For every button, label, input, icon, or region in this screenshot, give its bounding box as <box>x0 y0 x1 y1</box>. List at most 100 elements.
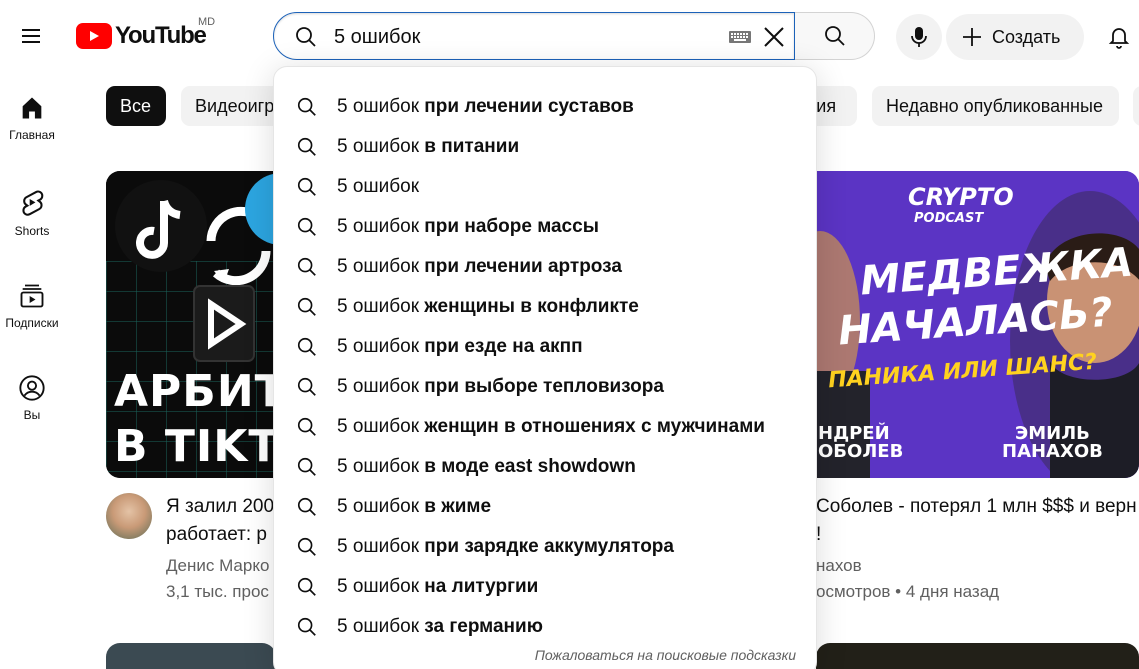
search-icon <box>296 576 318 603</box>
rail-label: Подписки <box>5 316 59 330</box>
suggestion-text: 5 ошибок женщин в отношениях с мужчинами <box>337 416 765 438</box>
search-icon <box>296 136 318 163</box>
thumbnail-text: АРБИТ <box>114 366 286 417</box>
rail-label: Вы <box>23 408 41 422</box>
video-thumbnail[interactable]: CRYPTO PODCAST МЕДВЕЖКА НАЧАЛАСЬ? ПАНИКА… <box>790 171 1139 478</box>
video-title[interactable]: Я залил 200 <box>166 493 276 520</box>
create-button[interactable]: Создать <box>946 14 1084 60</box>
menu-button[interactable] <box>8 13 54 59</box>
clear-search-icon[interactable] <box>760 23 788 51</box>
masthead: YouTube MD Создать <box>0 0 1139 72</box>
suggestion-completion: при наборе массы <box>419 216 599 237</box>
search-icon <box>296 176 318 203</box>
channel-avatar[interactable] <box>106 493 152 539</box>
suggestion-completion: за германию <box>419 616 543 637</box>
search-icon <box>296 456 318 483</box>
suggestion-completion: женщины в конфликте <box>419 296 639 317</box>
rail-item-home[interactable]: Главная <box>0 94 64 168</box>
youtube-logo[interactable]: YouTube MD <box>76 16 215 50</box>
you-icon <box>19 375 45 401</box>
suggestion-text: 5 ошибок при выборе тепловизора <box>337 376 664 398</box>
suggestion-completion: в жиме <box>419 496 492 517</box>
suggestion-item[interactable]: 5 ошибок женщин в отношениях с мужчинами <box>274 407 818 447</box>
suggestion-text: 5 ошибок <box>337 176 419 198</box>
channel-name[interactable]: Денис Марко <box>166 556 276 576</box>
suggestion-item[interactable]: 5 ошибок при выборе тепловизора <box>274 367 818 407</box>
region-code: MD <box>198 16 216 28</box>
rail-item-shorts[interactable]: Shorts <box>0 188 64 262</box>
suggestion-completion: в моде east showdown <box>419 456 636 477</box>
suggestion-text: 5 ошибок при лечении артроза <box>337 256 622 278</box>
suggestion-item[interactable]: 5 ошибок женщины в конфликте <box>274 287 818 327</box>
suggestion-prefix: 5 ошибок <box>337 576 420 597</box>
search-button[interactable] <box>795 12 875 60</box>
suggestion-prefix: 5 ошибок <box>337 416 420 437</box>
chip-label: Все <box>120 95 152 116</box>
suggestion-prefix: 5 ошибок <box>337 336 420 357</box>
chip-label: Недавно опубликованные <box>886 95 1103 116</box>
suggestion-item[interactable]: 5 ошибок при лечении суставов <box>274 87 818 127</box>
suggestion-item[interactable]: 5 ошибок в питании <box>274 127 818 167</box>
thumbnail-name-right: ЭМИЛЬ ПАНАХОВ <box>1002 425 1103 461</box>
suggestion-prefix: 5 ошибок <box>337 96 420 117</box>
video-thumbnail[interactable] <box>106 643 276 669</box>
suggestion-item[interactable]: 5 ошибок при лечении артроза <box>274 247 818 287</box>
search-icon <box>296 336 318 363</box>
thumbnail-brand-sub: PODCAST <box>914 211 984 226</box>
suggestion-item[interactable]: 5 ошибок при зарядке аккумулятора <box>274 527 818 567</box>
suggestion-prefix: 5 ошибок <box>337 456 420 477</box>
suggestion-prefix: 5 ошибок <box>337 616 420 637</box>
video-meta: 3,1 тыс. прос <box>166 582 269 601</box>
suggestion-text: 5 ошибок при наборе массы <box>337 216 599 238</box>
suggestion-prefix: 5 ошибок <box>337 176 420 197</box>
voice-search-button[interactable] <box>896 14 942 60</box>
suggestion-completion: при лечении суставов <box>419 96 634 117</box>
plus-icon <box>963 28 981 46</box>
bell-icon <box>1108 28 1130 49</box>
suggestion-prefix: 5 ошибок <box>337 256 420 277</box>
video-thumbnail[interactable] <box>816 643 1139 669</box>
name-line: ОБОЛЕВ <box>818 441 904 462</box>
channel-name[interactable]: нахов <box>816 556 916 576</box>
search-icon <box>296 416 318 443</box>
suggestion-item[interactable]: 5 ошибок в жиме <box>274 487 818 527</box>
home-icon <box>22 97 42 119</box>
report-suggestions-link[interactable]: Пожаловаться на поисковые подсказки <box>535 647 796 663</box>
suggestion-completion: женщин в отношениях с мужчинами <box>419 416 765 437</box>
search-icon <box>824 26 845 46</box>
play-logo-icon <box>76 23 112 49</box>
suggestion-item[interactable]: 5 ошибок <box>274 167 818 207</box>
suggestion-item[interactable]: 5 ошибок при езде на акпп <box>274 327 818 367</box>
video-title[interactable]: Соболев - потерял 1 млн $$$ и верн <box>816 493 1139 520</box>
suggestion-text: 5 ошибок в моде east showdown <box>337 456 636 478</box>
suggestion-item[interactable]: 5 ошибок в моде east showdown <box>274 447 818 487</box>
suggestion-text: 5 ошибок за германию <box>337 616 543 638</box>
rail-item-you[interactable]: Вы <box>0 374 64 448</box>
video-title[interactable]: работает: р <box>166 521 276 548</box>
video-title[interactable]: ! <box>816 521 856 548</box>
chip-recent[interactable]: Недавно опубликованные <box>872 86 1119 126</box>
suggestion-completion: на литургии <box>419 576 539 597</box>
suggestion-item[interactable]: 5 ошибок за германию <box>274 607 818 647</box>
hamburger-icon <box>22 29 40 43</box>
suggestion-prefix: 5 ошибок <box>337 376 420 397</box>
subscriptions-icon <box>20 284 44 308</box>
search-box[interactable] <box>273 12 795 60</box>
suggestion-text: 5 ошибок в питании <box>337 136 519 158</box>
rail-item-subscriptions[interactable]: Подписки <box>0 282 64 356</box>
create-label: Создать <box>992 26 1061 47</box>
suggestion-completion: при езде на акпп <box>419 336 583 357</box>
thumbnail-name-left: НДРЕЙ ОБОЛЕВ <box>818 425 903 461</box>
chip-all[interactable]: Все <box>106 86 166 126</box>
search-input[interactable] <box>334 23 714 51</box>
search-icon <box>296 376 318 403</box>
suggestion-item[interactable]: 5 ошибок при наборе массы <box>274 207 818 247</box>
chip-next[interactable] <box>1133 86 1139 126</box>
suggestion-item[interactable]: 5 ошибок на литургии <box>274 567 818 607</box>
search-icon <box>296 296 318 323</box>
suggestion-completion: в питании <box>419 136 520 157</box>
notifications-button[interactable] <box>1096 14 1139 60</box>
suggestion-prefix: 5 ошибок <box>337 296 420 317</box>
keyboard-icon[interactable] <box>728 29 752 50</box>
search-icon <box>296 616 318 643</box>
